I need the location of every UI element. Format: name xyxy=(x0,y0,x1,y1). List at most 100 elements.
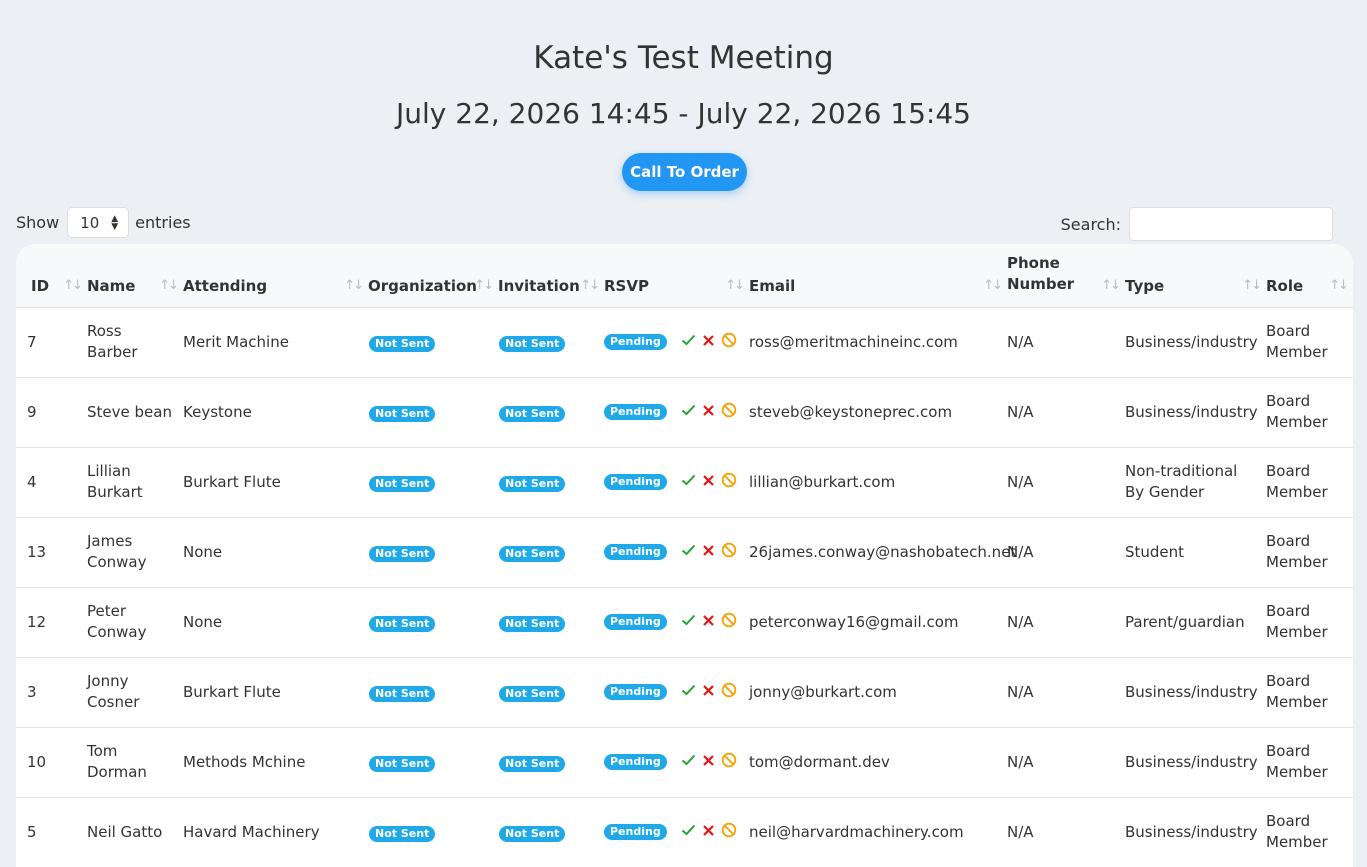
column-header-name[interactable]: Name ↑↓ xyxy=(87,244,183,308)
cell-text-email: steveb@keystoneprec.com xyxy=(749,402,953,421)
show-label: Show xyxy=(16,213,60,232)
cell-organization: Not Sent xyxy=(368,377,498,447)
check-icon[interactable] xyxy=(679,752,699,773)
cell-text-phone: N/A xyxy=(1007,822,1034,841)
column-header-role[interactable]: Role ↑↓ xyxy=(1266,244,1353,308)
cell-organization: Not Sent xyxy=(368,797,498,867)
check-icon[interactable] xyxy=(679,332,699,353)
x-icon[interactable] xyxy=(699,542,719,563)
entries-select[interactable]: 10 ▲ ▼ xyxy=(67,207,130,238)
call-to-order-button[interactable]: Call To Order xyxy=(622,153,747,191)
cell-text-id: 4 xyxy=(27,472,37,491)
rsvp-status-badge: Pending xyxy=(604,684,667,700)
cell-name: Steve bean xyxy=(87,377,183,447)
ban-icon[interactable] xyxy=(719,472,739,493)
sort-arrows-icon[interactable]: ↑↓ xyxy=(1329,278,1349,293)
organization-status-badge: Not Sent xyxy=(369,545,436,562)
cell-type: Business/industry xyxy=(1125,657,1266,727)
ban-icon[interactable] xyxy=(719,682,739,703)
column-header-type[interactable]: Type ↑↓ xyxy=(1125,244,1266,308)
invitation-status-badge: Not Sent xyxy=(499,755,566,772)
column-header-organization[interactable]: Organization ↑↓ xyxy=(368,244,498,308)
cell-text-attending: Keystone xyxy=(183,402,252,421)
ban-icon[interactable] xyxy=(719,612,739,633)
cell-organization: Not Sent xyxy=(368,727,498,797)
cell-type: Business/industry xyxy=(1125,377,1266,447)
check-icon[interactable] xyxy=(679,472,699,493)
cell-text-phone: N/A xyxy=(1007,542,1034,561)
sort-arrows-icon[interactable]: ↑↓ xyxy=(1242,278,1262,293)
cell-organization: Not Sent xyxy=(368,447,498,517)
organization-status-badge: Not Sent xyxy=(369,825,436,842)
cell-email: steveb@keystoneprec.com xyxy=(749,377,1007,447)
cell-text-email: ross@meritmachineinc.com xyxy=(749,332,958,351)
x-icon[interactable] xyxy=(699,402,719,423)
ban-icon[interactable] xyxy=(719,822,739,843)
cell-name: Peter Conway xyxy=(87,587,183,657)
cell-type: Business/industry xyxy=(1125,307,1266,377)
cell-text-role: Board Member xyxy=(1266,602,1328,641)
column-header-email[interactable]: Email ↑↓ xyxy=(749,244,1007,308)
cell-text-role: Board Member xyxy=(1266,812,1328,851)
ban-icon[interactable] xyxy=(719,402,739,423)
sort-arrows-icon[interactable]: ↑↓ xyxy=(1101,278,1121,293)
sort-arrows-icon[interactable]: ↑↓ xyxy=(159,278,179,293)
cell-text-email: neil@harvardmachinery.com xyxy=(749,822,964,841)
column-header-label: Attending xyxy=(183,276,268,295)
check-icon[interactable] xyxy=(679,682,699,703)
x-icon[interactable] xyxy=(699,472,719,493)
attendees-table: ID ↑↓ Name ↑↓ Attending ↑↓ Organization ↑↓ Invit… xyxy=(16,244,1353,867)
cell-text-name: Tom Dorman xyxy=(87,742,147,781)
cell-text-type: Business/industry xyxy=(1125,682,1258,701)
search-input[interactable] xyxy=(1129,207,1333,241)
cell-attending: Burkart Flute xyxy=(183,657,368,727)
rsvp-controls: Pending xyxy=(604,682,749,703)
cell-rsvp: Pending xyxy=(604,307,749,377)
cell-text-name: Steve bean xyxy=(87,402,172,421)
cell-phone: N/A xyxy=(1007,517,1125,587)
check-icon[interactable] xyxy=(679,822,699,843)
ban-icon[interactable] xyxy=(719,542,739,563)
check-icon[interactable] xyxy=(679,542,699,563)
cell-phone: N/A xyxy=(1007,657,1125,727)
x-icon[interactable] xyxy=(699,682,719,703)
cell-invitation: Not Sent xyxy=(498,657,604,727)
cell-id: 13 xyxy=(16,517,87,587)
ban-icon[interactable] xyxy=(719,332,739,353)
sort-arrows-icon[interactable]: ↑↓ xyxy=(580,278,600,293)
column-header-rsvp[interactable]: RSVP ↑↓ xyxy=(604,244,749,308)
cell-text-name: Neil Gatto xyxy=(87,822,163,841)
cell-role: Board Member xyxy=(1266,587,1353,657)
sort-arrows-icon[interactable]: ↑↓ xyxy=(63,278,83,293)
cell-attending: Merit Machine xyxy=(183,307,368,377)
cell-text-type: Business/industry xyxy=(1125,332,1258,351)
check-icon[interactable] xyxy=(679,612,699,633)
column-header-attending[interactable]: Attending ↑↓ xyxy=(183,244,368,308)
sort-arrows-icon[interactable]: ↑↓ xyxy=(474,278,494,293)
cell-text-email: tom@dormant.dev xyxy=(749,752,890,771)
cell-organization: Not Sent xyxy=(368,307,498,377)
x-icon[interactable] xyxy=(699,752,719,773)
cell-phone: N/A xyxy=(1007,727,1125,797)
check-icon[interactable] xyxy=(679,402,699,423)
entries-select-value: 10 xyxy=(80,213,100,232)
column-header-phone[interactable]: Phone Number ↑↓ xyxy=(1007,244,1125,308)
x-icon[interactable] xyxy=(699,332,719,353)
cell-id: 3 xyxy=(16,657,87,727)
cell-text-id: 5 xyxy=(27,822,37,841)
invitation-status-badge: Not Sent xyxy=(499,405,566,422)
sort-arrows-icon[interactable]: ↑↓ xyxy=(983,278,1003,293)
cell-text-phone: N/A xyxy=(1007,332,1034,351)
cell-phone: N/A xyxy=(1007,377,1125,447)
column-header-label: Type xyxy=(1125,276,1165,295)
column-header-id[interactable]: ID ↑↓ xyxy=(16,244,87,308)
ban-icon[interactable] xyxy=(719,752,739,773)
x-icon[interactable] xyxy=(699,612,719,633)
cell-text-type: Business/industry xyxy=(1125,402,1258,421)
rsvp-controls: Pending xyxy=(604,472,749,493)
sort-arrows-icon[interactable]: ↑↓ xyxy=(344,278,364,293)
column-header-label: Invitation xyxy=(498,276,580,295)
sort-arrows-icon[interactable]: ↑↓ xyxy=(725,278,745,293)
column-header-invitation[interactable]: Invitation ↑↓ xyxy=(498,244,604,308)
x-icon[interactable] xyxy=(699,822,719,843)
